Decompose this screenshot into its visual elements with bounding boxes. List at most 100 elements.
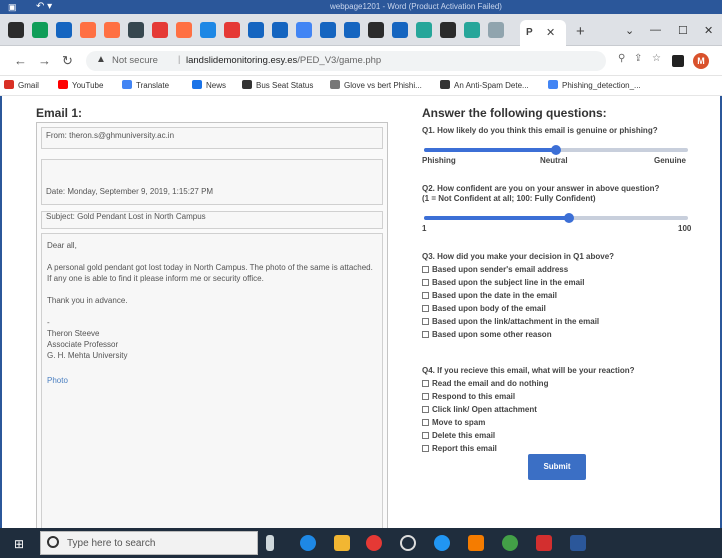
tab-icon[interactable] — [80, 22, 96, 38]
tab-icon[interactable] — [344, 22, 360, 38]
tab-icon[interactable] — [296, 22, 312, 38]
q4-option[interactable]: Respond to this email — [422, 392, 515, 401]
q3-option[interactable]: Based upon some other reason — [422, 330, 552, 339]
tab-icon[interactable] — [272, 22, 288, 38]
chrome-icon[interactable] — [366, 535, 382, 551]
submit-button[interactable]: Submit — [528, 454, 586, 480]
checkbox[interactable] — [422, 419, 429, 426]
youtube-icon — [58, 80, 68, 89]
bookmark-translate[interactable]: Translate — [122, 80, 169, 90]
browser-icon[interactable] — [434, 535, 450, 551]
office-icon[interactable] — [468, 535, 484, 551]
checkbox[interactable] — [422, 393, 429, 400]
tab-icon[interactable] — [248, 22, 264, 38]
q4-option[interactable]: Move to spam — [422, 418, 485, 427]
share-icon[interactable]: ⇪ — [634, 53, 642, 64]
tab-active[interactable]: P ✕ — [520, 20, 566, 46]
bookmark-bus-seat[interactable]: Bus Seat Status — [242, 80, 313, 90]
bookmark-glove[interactable]: Glove vs bert Phishi... — [330, 80, 422, 90]
bus-icon — [242, 80, 252, 89]
q4-option[interactable]: Report this email — [422, 444, 497, 453]
reload-icon[interactable]: ↻ — [62, 53, 73, 69]
tab-icon[interactable] — [392, 22, 408, 38]
bookmark-youtube[interactable]: YouTube — [58, 80, 103, 90]
q1-label-genuine: Genuine — [654, 156, 687, 165]
tab-icon[interactable] — [8, 22, 24, 38]
tab-icon[interactable] — [32, 22, 48, 38]
chrome-icon-2[interactable] — [502, 535, 518, 551]
acrobat-icon[interactable] — [536, 535, 552, 551]
bookmark-label: Translate — [136, 81, 170, 90]
windows-start-icon[interactable]: ⊞ — [14, 537, 24, 551]
checkbox[interactable] — [422, 406, 429, 413]
checkbox[interactable] — [422, 380, 429, 387]
q2-slider[interactable] — [424, 213, 688, 223]
mic-icon[interactable] — [266, 535, 274, 551]
new-tab-icon[interactable]: + — [576, 23, 585, 40]
checkbox[interactable] — [422, 292, 429, 299]
attachment-link[interactable]: Photo — [47, 376, 68, 385]
tab-icon[interactable] — [104, 22, 120, 38]
q3-option[interactable]: Based upon the subject line in the email — [422, 278, 584, 287]
q1-slider-handle[interactable] — [551, 145, 561, 155]
chevron-down-icon[interactable]: ⌄ — [625, 24, 634, 37]
checkbox[interactable] — [422, 305, 429, 312]
tab-icon[interactable] — [224, 22, 240, 38]
close-tab-icon[interactable]: ✕ — [546, 26, 555, 39]
close-icon[interactable]: ✕ — [704, 24, 713, 37]
zoom-icon[interactable]: ⚲ — [618, 53, 625, 64]
tab-icon[interactable] — [416, 22, 432, 38]
save-icon[interactable]: ▣ — [8, 2, 17, 13]
back-icon[interactable]: ← — [14, 53, 27, 68]
bookmark-gmail[interactable]: Gmail — [4, 80, 39, 90]
maximize-icon[interactable]: ☐ — [678, 24, 688, 37]
warning-icon[interactable]: ▲ — [96, 54, 106, 65]
tab-icon[interactable] — [56, 22, 72, 38]
checkbox[interactable] — [422, 432, 429, 439]
word-icon[interactable] — [570, 535, 586, 551]
tab-icon[interactable] — [128, 22, 144, 38]
checkbox[interactable] — [422, 318, 429, 325]
sig-org: G. H. Mehta University — [47, 351, 128, 360]
taskbar-search-input[interactable]: Type here to search — [40, 531, 258, 555]
circle-app-icon[interactable] — [400, 535, 416, 551]
tab-icon[interactable] — [440, 22, 456, 38]
doc-icon — [548, 80, 558, 89]
forward-icon[interactable]: → — [38, 53, 51, 68]
tab-icon[interactable] — [488, 22, 504, 38]
pdf-icon — [440, 80, 450, 89]
taskbar: ⊞ Type here to search — [0, 528, 722, 558]
q3-option[interactable]: Based upon the date in the email — [422, 291, 557, 300]
minimize-icon[interactable]: — — [650, 24, 661, 36]
edge-icon[interactable] — [300, 535, 316, 551]
bookmark-phishing[interactable]: Phishing_detection_... — [548, 80, 641, 90]
q4-option[interactable]: Delete this email — [422, 431, 495, 440]
q2-slider-handle[interactable] — [564, 213, 575, 223]
tab-icon[interactable] — [320, 22, 336, 38]
checkbox[interactable] — [422, 445, 429, 452]
checkbox[interactable] — [422, 266, 429, 273]
bookmark-antispam[interactable]: An Anti-Spam Dete... — [440, 80, 529, 90]
tab-icon[interactable] — [176, 22, 192, 38]
checkbox[interactable] — [422, 279, 429, 286]
undo-icon[interactable]: ↶ ▾ — [36, 1, 52, 12]
checkbox[interactable] — [422, 331, 429, 338]
tab-icon[interactable] — [368, 22, 384, 38]
tab-icon[interactable] — [200, 22, 216, 38]
star-icon[interactable]: ☆ — [652, 53, 661, 64]
q1-label-phishing: Phishing — [422, 156, 456, 165]
q4-option[interactable]: Click link/ Open attachment — [422, 405, 537, 414]
tab-icon[interactable] — [464, 22, 480, 38]
extension-icon[interactable] — [672, 55, 684, 67]
bookmark-news[interactable]: News — [192, 80, 226, 90]
address-separator: | — [178, 54, 181, 64]
q3-option[interactable]: Based upon the link/attachment in the em… — [422, 317, 599, 326]
q3-option[interactable]: Based upon body of the email — [422, 304, 546, 313]
profile-avatar[interactable]: M — [693, 53, 709, 69]
q1-slider[interactable] — [424, 145, 688, 155]
address-bar[interactable]: ▲ Not secure | landslidemonitoring.esy.e… — [86, 51, 606, 71]
file-explorer-icon[interactable] — [334, 535, 350, 551]
tab-icon[interactable] — [152, 22, 168, 38]
q3-option[interactable]: Based upon sender's email address — [422, 265, 568, 274]
q4-option[interactable]: Read the email and do nothing — [422, 379, 548, 388]
